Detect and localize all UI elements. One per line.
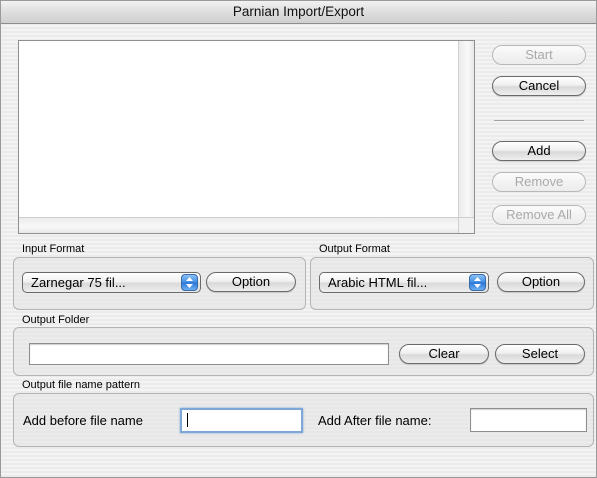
input-format-label: Input Format bbox=[22, 243, 85, 255]
file-list[interactable] bbox=[18, 40, 475, 234]
add-before-label: Add before file name bbox=[23, 413, 143, 428]
select-button[interactable]: Select bbox=[495, 344, 585, 364]
file-list-vertical-scrollbar[interactable] bbox=[458, 41, 474, 217]
output-folder-label: Output Folder bbox=[22, 314, 90, 326]
output-folder-field[interactable] bbox=[29, 343, 389, 365]
output-option-button[interactable]: Option bbox=[497, 272, 585, 292]
input-format-group: Zarnegar 75 fil... Option bbox=[13, 257, 306, 310]
add-before-field[interactable] bbox=[180, 408, 303, 433]
remove-all-button[interactable]: Remove All bbox=[492, 205, 586, 225]
output-format-selected: Arabic HTML fil... bbox=[328, 275, 428, 290]
add-button[interactable]: Add bbox=[492, 141, 586, 161]
add-after-field[interactable] bbox=[470, 408, 587, 432]
text-caret bbox=[187, 413, 188, 427]
start-button[interactable]: Start bbox=[492, 45, 586, 65]
output-format-group: Arabic HTML fil... Option bbox=[310, 257, 594, 310]
button-separator bbox=[494, 120, 584, 121]
scrollbar-corner bbox=[458, 217, 474, 233]
output-format-popup[interactable]: Arabic HTML fil... bbox=[319, 272, 489, 293]
file-list-horizontal-scrollbar[interactable] bbox=[19, 217, 459, 233]
filename-pattern-group: Add before file name Add After file name… bbox=[13, 393, 594, 447]
popup-arrows-icon bbox=[469, 274, 486, 291]
cancel-button[interactable]: Cancel bbox=[492, 76, 586, 96]
add-after-label: Add After file name: bbox=[318, 413, 432, 428]
input-format-popup[interactable]: Zarnegar 75 fil... bbox=[22, 272, 201, 293]
import-export-window: Parnian Import/Export Start Cancel Add R… bbox=[0, 0, 597, 478]
input-option-button[interactable]: Option bbox=[206, 272, 296, 292]
clear-button[interactable]: Clear bbox=[399, 344, 489, 364]
filename-pattern-label: Output file name pattern bbox=[22, 379, 141, 391]
input-format-selected: Zarnegar 75 fil... bbox=[31, 275, 126, 290]
remove-button[interactable]: Remove bbox=[492, 172, 586, 192]
output-format-label: Output Format bbox=[319, 243, 390, 255]
popup-arrows-icon bbox=[181, 274, 198, 291]
output-folder-group: Clear Select bbox=[13, 327, 594, 376]
window-title: Parnian Import/Export bbox=[1, 1, 596, 24]
